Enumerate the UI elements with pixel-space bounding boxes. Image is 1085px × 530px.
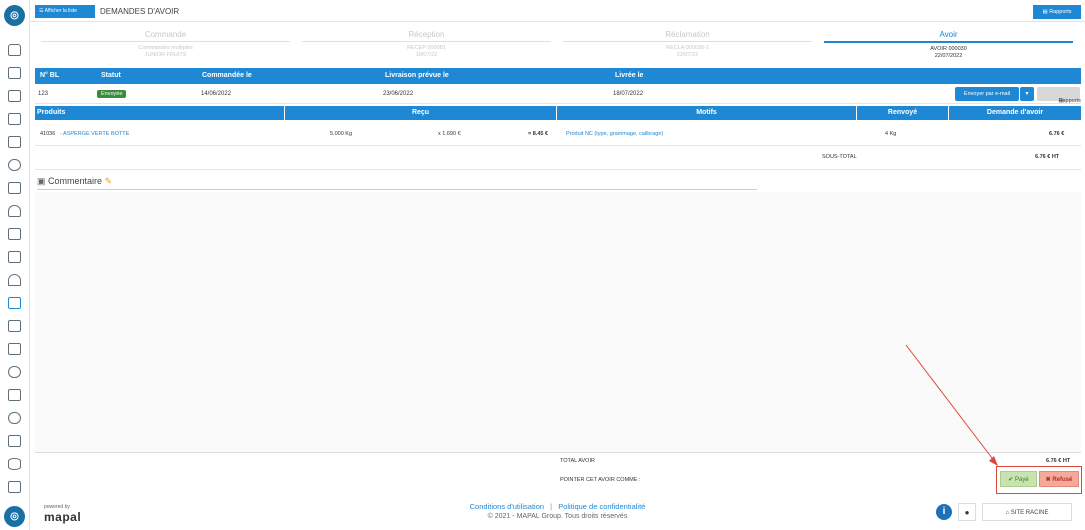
wrench-icon[interactable] — [8, 481, 21, 493]
total-value: 6.76 € HT — [1046, 458, 1071, 464]
credit-amount: 6.76 € — [1049, 131, 1065, 137]
conditions-link[interactable]: Conditions d'utilisation — [470, 502, 544, 511]
comment-area[interactable] — [35, 192, 1081, 452]
cloche-icon[interactable] — [8, 274, 21, 286]
subtotal-value: 6.76 € HT — [1035, 154, 1060, 160]
database-icon[interactable] — [8, 458, 21, 470]
bl-table-header: N° BL Statut Commandée le Livraison prév… — [35, 68, 1081, 84]
total-label: TOTAL AVOIR — [560, 458, 595, 464]
step-avoir[interactable]: Avoir AVOIR 000030 22/07/2022 — [818, 28, 1079, 64]
step-reception[interactable]: Réception RECEP 000081 18/07/22 — [296, 28, 557, 64]
home-icon[interactable] — [8, 44, 21, 56]
motif-link[interactable]: Produit NC (type, grammage, calibrage) — [566, 131, 663, 137]
edit-icon[interactable] — [8, 67, 21, 79]
product-row: 41036 - ASPERGE VERTE BOTTE 5.000 Kg x 1… — [35, 122, 1081, 146]
ordered-date: 14/06/2022 — [201, 91, 232, 97]
handshake-icon[interactable] — [8, 159, 21, 171]
topbar: ☰ Afficher la liste DEMANDES D'AVOIR ▤ R… — [30, 0, 1085, 22]
product-name-link[interactable]: - ASPERGE VERTE BOTTE — [60, 131, 129, 137]
site-selector-button[interactable]: ⌂ SITE RACINE — [982, 503, 1072, 521]
pencil-icon[interactable]: ✎ — [105, 176, 113, 186]
legal-links: Conditions d'utilisation | Politique de … — [469, 502, 646, 511]
tools-icon[interactable] — [8, 435, 21, 447]
rapports-row-button[interactable]: ▤ Rapports — [1037, 87, 1081, 104]
bl-table-row: 123 Envoyée 14/06/2022 23/06/2022 18/07/… — [35, 84, 1081, 104]
app-logo[interactable]: ◎ — [4, 5, 25, 26]
recipe-icon[interactable] — [8, 228, 21, 240]
returned-qty: 4 Kg — [885, 131, 897, 137]
copyright: © 2021 - MAPAL Group. Tous droits réserv… — [487, 513, 628, 520]
line-total: = 8.45 € — [528, 131, 549, 137]
coffee-icon[interactable] — [8, 320, 21, 332]
privacy-link[interactable]: Politique de confidentialité — [558, 502, 645, 511]
invoice-icon[interactable] — [8, 251, 21, 263]
building-icon[interactable] — [8, 136, 21, 148]
planned-delivery-date: 23/06/2022 — [383, 91, 414, 97]
calculator-icon[interactable] — [8, 389, 21, 401]
coins-icon[interactable] — [8, 366, 21, 378]
chat-icon[interactable] — [8, 412, 21, 424]
page-footer: powered by mapal Conditions d'utilisatio… — [30, 496, 1085, 530]
send-email-button[interactable]: Envoyer par e-mail — [955, 87, 1019, 101]
comment-section: ▣ Commentaire ✎ — [37, 176, 757, 190]
step-commande[interactable]: Commande Commandes multiples JUNIOR FRUIT… — [35, 28, 296, 64]
total-footer: TOTAL AVOIR 6.76 € HT POINTER CET AVOIR … — [35, 452, 1081, 494]
product-code: 41036 — [40, 131, 56, 137]
subtotal-label: SOUS-TOTAL — [822, 154, 857, 160]
main-content: ☰ Afficher la liste DEMANDES D'AVOIR ▤ R… — [30, 0, 1085, 530]
sidebar: ◎ ◎ — [0, 0, 30, 530]
store-icon[interactable] — [8, 113, 21, 125]
mark-refused-button[interactable]: ✖ Refusé — [1039, 471, 1079, 487]
step-reclamation[interactable]: Réclamation RECLA 000036-1 22/07/22 — [557, 28, 818, 64]
status-badge: Envoyée — [97, 90, 127, 98]
support-chat-icon[interactable]: ● — [958, 503, 976, 521]
chevron-down-icon[interactable]: ▾ — [1020, 87, 1034, 101]
products-table-header: Produits Reçu Motifs Renvoyé Demande d'a… — [35, 106, 1081, 120]
page-title: DEMANDES D'AVOIR — [100, 7, 180, 16]
cart-icon[interactable] — [8, 297, 21, 309]
pointer-label: POINTER CET AVOIR COMME : — [560, 477, 641, 483]
info-icon[interactable]: i — [936, 504, 952, 520]
box-icon[interactable] — [8, 182, 21, 194]
bl-number: 123 — [38, 91, 49, 97]
note-icon: ▣ — [37, 176, 49, 186]
clipboard-icon[interactable] — [8, 90, 21, 102]
delivered-date: 18/07/2022 — [613, 91, 644, 97]
received-qty: 5.000 Kg — [330, 131, 353, 137]
truck-icon[interactable] — [8, 343, 21, 355]
app-logo-bottom[interactable]: ◎ — [4, 506, 25, 527]
show-list-button[interactable]: ☰ Afficher la liste — [35, 5, 95, 18]
chef-hat-icon[interactable] — [8, 205, 21, 217]
mark-paid-button[interactable]: ✔ Payé — [1000, 471, 1037, 487]
unit-price: x 1.690 € — [438, 131, 461, 137]
workflow-steps: Commande Commandes multiples JUNIOR FRUIT… — [35, 28, 1081, 64]
subtotal-row: SOUS-TOTAL 6.76 € HT — [35, 146, 1081, 170]
rapports-button[interactable]: ▤ Rapports — [1033, 5, 1081, 19]
check-icon: ✔ — [1008, 477, 1015, 483]
